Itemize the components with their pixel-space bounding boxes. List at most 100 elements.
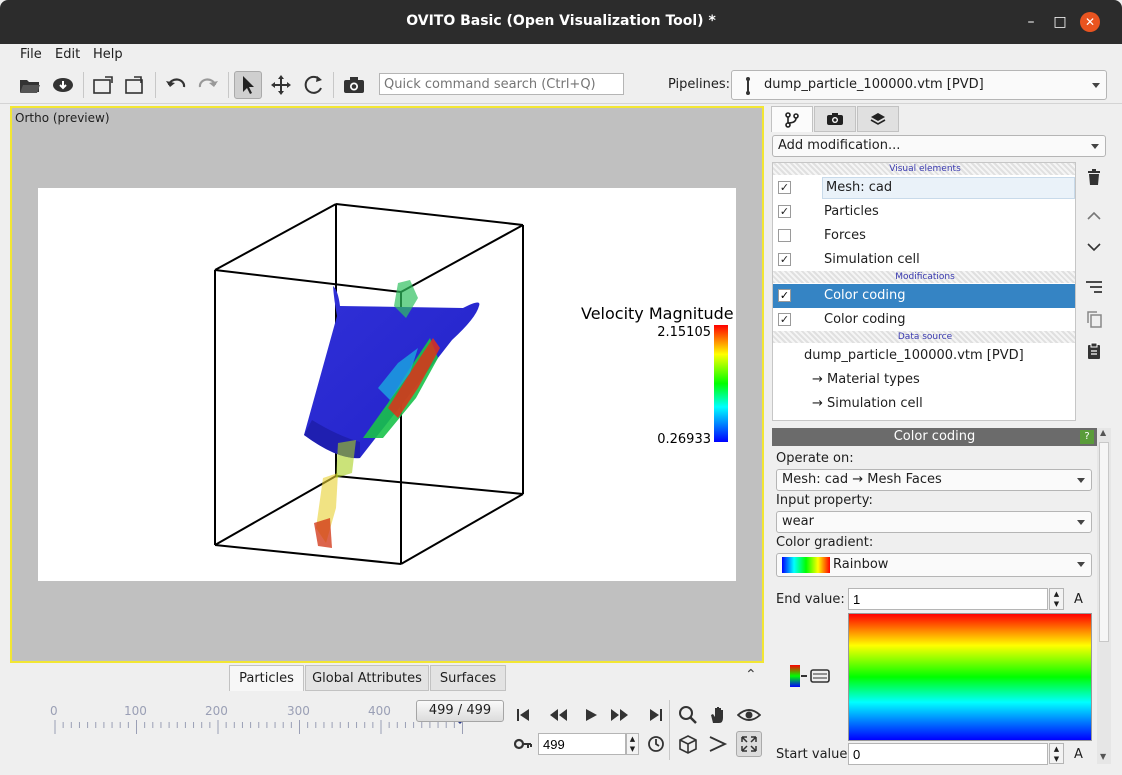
timeline-ruler — [54, 720, 464, 734]
end-value-input[interactable] — [848, 588, 1048, 610]
render-camera-icon[interactable] — [340, 71, 368, 99]
add-modification-dropdown[interactable]: Add modification... — [772, 135, 1106, 157]
save-session-as-icon[interactable] — [121, 71, 149, 99]
pipeline-selector[interactable]: dump_particle_100000.vtm [PVD] — [731, 70, 1107, 100]
help-button[interactable]: ? — [1080, 430, 1094, 444]
tab-overlays[interactable] — [857, 106, 899, 132]
last-frame-icon[interactable] — [643, 702, 669, 728]
pipeline-icon — [744, 76, 752, 100]
time-slider[interactable]: 0 100 200 300 400 499 / 499 — [10, 698, 506, 762]
redo-icon[interactable] — [194, 71, 222, 99]
color-gradient-dropdown[interactable]: Rainbow — [776, 553, 1092, 577]
pipeline-name: dump_particle_100000.vtm [PVD] — [764, 77, 984, 92]
color-coding-panel: Color coding ? Operate on: Mesh: cad → M… — [772, 428, 1097, 765]
list-item-label: Particles — [824, 204, 879, 219]
input-property-dropdown[interactable]: wear — [776, 511, 1092, 533]
rainbow-swatch-icon — [782, 557, 830, 573]
panel-title: Color coding — [772, 428, 1097, 446]
scroll-down-icon[interactable]: ▼ — [1100, 752, 1106, 761]
menu-edit[interactable]: Edit — [55, 47, 80, 62]
current-frame-spinner[interactable] — [538, 733, 626, 755]
main-toolbar: Pipelines: dump_particle_100000.vtm [PVD… — [0, 66, 1122, 104]
move-down-icon[interactable] — [1082, 235, 1106, 259]
frame-spinner-arrows[interactable]: ▲ ▼ — [626, 733, 639, 755]
pipeline-action-icons — [1080, 162, 1108, 362]
color-gradient-label: Color gradient: — [776, 535, 874, 550]
list-item-simulation-cell[interactable]: ✓ Simulation cell — [773, 248, 1075, 272]
start-value-spinner[interactable]: ▲ ▼ — [1049, 743, 1064, 764]
checkbox-color-coding[interactable]: ✓ — [778, 289, 791, 302]
list-item-color-coding-selected[interactable]: ✓ Color coding — [773, 284, 1075, 308]
scrollbar-thumb[interactable] — [1099, 442, 1109, 642]
tab-particles[interactable]: Particles — [229, 665, 304, 691]
viewport[interactable]: Ortho (preview) Velocity Magnitude 2.151… — [10, 106, 764, 663]
list-item-mesh-cad[interactable]: ✓ Mesh: cad — [773, 176, 1075, 200]
move-icon[interactable] — [267, 71, 295, 99]
load-remote-icon[interactable] — [49, 71, 77, 99]
color-gradient-value: Rainbow — [833, 557, 889, 572]
undo-icon[interactable] — [162, 71, 190, 99]
rotate-icon[interactable] — [300, 71, 328, 99]
list-item-particles[interactable]: ✓ Particles — [773, 200, 1075, 224]
checkbox-forces[interactable] — [778, 229, 791, 242]
list-item-forces[interactable]: Forces — [773, 224, 1075, 248]
list-item-source-simulation-cell[interactable]: → Simulation cell — [773, 392, 1075, 416]
copy-icon[interactable] — [1082, 307, 1106, 331]
tab-surfaces[interactable]: Surfaces — [430, 665, 506, 691]
start-value-animate-button[interactable]: A — [1074, 747, 1083, 762]
menu-file[interactable]: File — [20, 47, 42, 62]
end-value-spinner[interactable]: ▲ ▼ — [1049, 588, 1064, 610]
checkbox-mesh-cad[interactable]: ✓ — [778, 181, 791, 194]
list-item-material-types[interactable]: → Material types — [773, 368, 1075, 392]
start-value-input[interactable] — [848, 743, 1048, 765]
end-value-animate-button[interactable]: A — [1074, 592, 1083, 607]
first-frame-icon[interactable] — [510, 702, 536, 728]
command-search-input[interactable] — [379, 73, 624, 95]
selection-mode-icon[interactable] — [234, 71, 262, 99]
input-property-value: wear — [782, 514, 814, 529]
properties-scrollbar[interactable]: ▲ ▼ — [1097, 428, 1111, 764]
maximize-button[interactable]: □ — [1050, 12, 1070, 32]
frame-indicator[interactable]: 499 / 499 — [416, 700, 504, 722]
chevron-down-icon — [1092, 83, 1100, 88]
data-inspector-tabs: Particles Global Attributes Surfaces ⌃ — [10, 663, 764, 691]
tab-global-attributes[interactable]: Global Attributes — [305, 665, 429, 691]
timeline-tick: 300 — [287, 704, 310, 718]
animation-settings-icon[interactable] — [643, 731, 669, 757]
operate-on-dropdown[interactable]: Mesh: cad → Mesh Faces — [776, 469, 1092, 491]
close-button[interactable]: ✕ — [1080, 12, 1100, 32]
checkbox-particles[interactable]: ✓ — [778, 205, 791, 218]
list-item-data-source[interactable]: dump_particle_100000.vtm [PVD] — [773, 344, 1075, 368]
clipboard-icon[interactable] — [1082, 339, 1106, 363]
next-frame-icon[interactable] — [607, 702, 633, 728]
field-of-view-icon[interactable] — [705, 731, 731, 757]
checkbox-simulation-cell[interactable]: ✓ — [778, 253, 791, 266]
minimize-button[interactable]: – — [1021, 12, 1041, 32]
adjust-range-icon[interactable] — [789, 664, 831, 690]
viewport-caption[interactable]: Ortho (preview) — [15, 111, 110, 125]
group-list-icon[interactable] — [1082, 275, 1106, 299]
checkbox-color-coding-2[interactable]: ✓ — [778, 313, 791, 326]
open-file-icon[interactable] — [16, 71, 44, 99]
maximize-viewport-icon[interactable] — [736, 731, 762, 757]
zoom-icon[interactable] — [675, 702, 701, 728]
pipelines-label: Pipelines: — [668, 77, 731, 92]
pan-hand-icon[interactable] — [705, 702, 731, 728]
delete-trash-icon[interactable] — [1082, 165, 1106, 189]
menu-help[interactable]: Help — [93, 47, 123, 62]
save-session-icon[interactable] — [89, 71, 117, 99]
list-item-color-coding[interactable]: ✓ Color coding — [773, 308, 1075, 332]
chevron-up-icon[interactable]: ⌃ — [745, 667, 757, 683]
orbit-eye-icon[interactable] — [736, 702, 762, 728]
scroll-up-icon[interactable]: ▲ — [1100, 428, 1106, 437]
tab-render[interactable] — [814, 106, 856, 132]
menu-bar: File Edit Help — [0, 44, 1122, 66]
pipeline-editor-list: Visual elements ✓ Mesh: cad ✓ Particles … — [772, 162, 1076, 421]
previous-frame-icon[interactable] — [545, 702, 571, 728]
move-up-icon[interactable] — [1082, 204, 1106, 228]
play-icon[interactable] — [578, 702, 604, 728]
chevron-down-icon — [1077, 478, 1085, 483]
tab-pipeline[interactable] — [771, 106, 813, 132]
list-item-label: Mesh: cad — [822, 177, 1075, 199]
zoom-all-cube-icon[interactable] — [675, 731, 701, 757]
